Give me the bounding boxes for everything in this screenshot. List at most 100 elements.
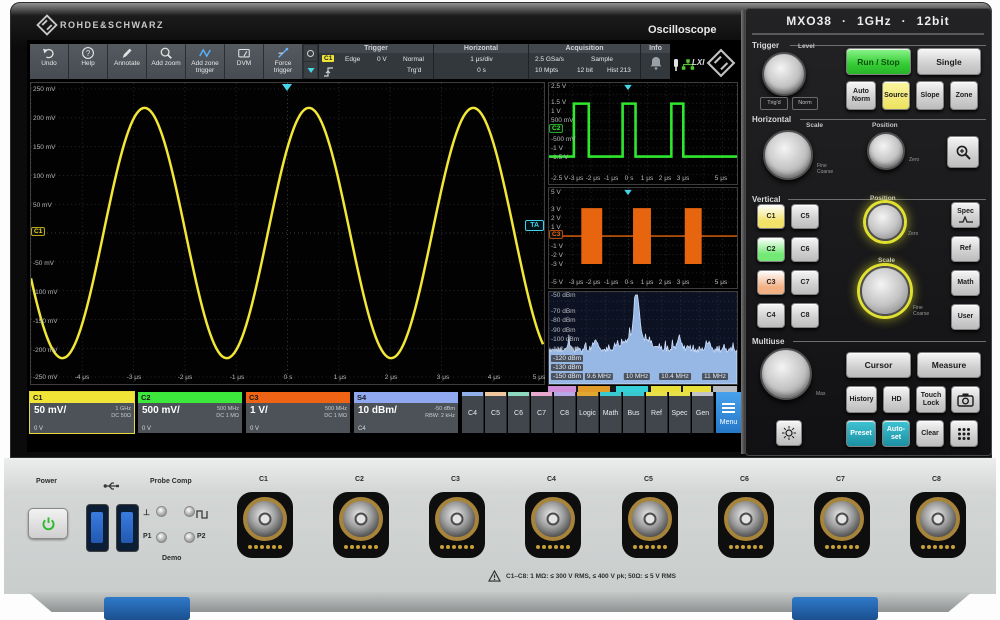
- user-button[interactable]: User: [951, 304, 980, 330]
- demo-p2-pin[interactable]: [184, 532, 195, 543]
- horizontal-scale-knob[interactable]: [763, 130, 813, 180]
- main-waveform-panel[interactable]: C1 TA 250 mV200 mV150 mV100 mV50 mV-50 m…: [30, 82, 545, 385]
- section-multiuse: Multiuse: [752, 337, 784, 346]
- c2-waveform-panel[interactable]: C2 2.5 V1.5 V1 V500 mV-500 mV-1 V-1.5 V-…: [548, 82, 738, 185]
- bnc-connector-c7[interactable]: [814, 492, 870, 558]
- status-acquisition[interactable]: Acquisition 2.5 GSa/s Sample 10 Mpts 12 …: [528, 44, 640, 79]
- c3-waveform-panel[interactable]: C3 5 V3 V2 V1 V-1 V-2 V-3 V-5 V-3 μs-2 μ…: [548, 187, 738, 289]
- probe-comp-signal-pin[interactable]: [184, 506, 195, 517]
- trigger-level-tag[interactable]: TA: [525, 220, 544, 231]
- bnc-connector-c4[interactable]: [525, 492, 581, 558]
- bnc-connector-c5[interactable]: [622, 492, 678, 558]
- bnc-connector-c1[interactable]: [237, 492, 293, 558]
- vertical-channel-c8-button[interactable]: C8: [791, 303, 819, 328]
- s4-spectrum-panel[interactable]: -50 dBm-70 dBm-80 dBm-90 dBm-100 dBm-110…: [548, 291, 738, 385]
- intensity-button[interactable]: [776, 420, 802, 446]
- demo-p1-pin[interactable]: [156, 532, 167, 543]
- camera-button[interactable]: [951, 386, 980, 413]
- toolbar-add-zoom[interactable]: Add zoom: [147, 44, 186, 79]
- vertical-channel-c2-button[interactable]: C2: [757, 237, 785, 262]
- auto-norm-button[interactable]: Auto Norm: [846, 81, 876, 110]
- vertical-channel-c4-button[interactable]: C4: [757, 303, 785, 328]
- channel-c1-tag[interactable]: C1: [31, 227, 45, 236]
- math-button[interactable]: Math: [951, 270, 980, 296]
- bnc-connector-c6[interactable]: [718, 492, 774, 558]
- signal-button-c4[interactable]: C4: [462, 392, 484, 433]
- usb-port-1[interactable]: [86, 504, 109, 552]
- slope-button[interactable]: Slope: [916, 81, 944, 110]
- signal-button-math[interactable]: Math: [600, 392, 622, 433]
- spectrum-icon: [958, 216, 974, 223]
- vertical-channel-c3-button[interactable]: C3: [757, 270, 785, 295]
- preset-button[interactable]: Preset: [846, 420, 876, 447]
- trigger-level-knob[interactable]: [762, 52, 806, 96]
- measure-button[interactable]: Measure: [917, 352, 981, 378]
- signal-button-spec[interactable]: Spec: [669, 392, 691, 433]
- cursor-button[interactable]: Cursor: [846, 352, 911, 378]
- app-drawer-button[interactable]: [304, 45, 317, 61]
- channel-c2-tag[interactable]: C2: [549, 124, 563, 133]
- usb-port-2[interactable]: [116, 504, 139, 552]
- norm-indicator[interactable]: Norm: [792, 97, 818, 110]
- collapse-button[interactable]: [304, 62, 317, 78]
- status-info[interactable]: Info: [640, 44, 670, 79]
- spec-button[interactable]: Spec: [951, 202, 980, 228]
- toolbar-annotate[interactable]: Annotate: [108, 44, 147, 79]
- power-button[interactable]: [28, 508, 68, 539]
- channel-c3-tag[interactable]: C3: [549, 230, 563, 239]
- channel-badge-s4[interactable]: S410 dBm/C4-50 dBmRBW: 2 kHz: [354, 392, 458, 433]
- zoom-button[interactable]: [947, 136, 979, 168]
- single-button[interactable]: Single: [917, 48, 981, 75]
- bnc-connector-c2[interactable]: [333, 492, 389, 558]
- horizontal-position-knob[interactable]: [867, 132, 905, 170]
- trigd-indicator[interactable]: Trig'd: [760, 97, 788, 110]
- badge-info: 500 MHzDC 1 MΩ: [216, 406, 239, 419]
- vertical-position-knob[interactable]: [866, 203, 904, 241]
- bnc-connector-c8[interactable]: [910, 492, 966, 558]
- bnc-label-c3: C3: [451, 476, 460, 483]
- vertical-channel-c5-button[interactable]: C5: [791, 204, 819, 229]
- signal-button-ref[interactable]: Ref: [646, 392, 668, 433]
- vertical-channel-c1-button[interactable]: C1: [757, 204, 785, 229]
- toolbar-dvm[interactable]: DVM: [225, 44, 264, 79]
- bnc-connector-c3[interactable]: [429, 492, 485, 558]
- axis-y-label: 5 V: [551, 189, 561, 196]
- keypad-button[interactable]: [950, 420, 978, 447]
- history-button[interactable]: History: [846, 386, 877, 413]
- signal-button-c8[interactable]: C8: [554, 392, 576, 433]
- probe-comp-gnd-pin[interactable]: [156, 506, 167, 517]
- zone-button[interactable]: Zone: [950, 81, 978, 110]
- toolbar-force-trigger[interactable]: Force trigger: [264, 44, 303, 79]
- vertical-channel-c6-button[interactable]: C6: [791, 237, 819, 262]
- signal-button-bus[interactable]: Bus: [623, 392, 645, 433]
- channel-badge-c1[interactable]: C150 mV/0 V1 GHzDC 50Ω: [30, 392, 134, 433]
- status-horizontal[interactable]: Horizontal 1 μs/div 0 s: [433, 44, 528, 79]
- signal-button-gen[interactable]: Gen: [692, 392, 714, 433]
- toolbar-add-zone-trigger[interactable]: Add zone trigger: [186, 44, 225, 79]
- sidebar-toggle[interactable]: [303, 44, 318, 79]
- menu-button[interactable]: Menu: [716, 392, 741, 433]
- ref-button[interactable]: Ref: [951, 236, 980, 262]
- vertical-channel-c7-button[interactable]: C7: [791, 270, 819, 295]
- run-stop-button[interactable]: Run / Stop: [846, 48, 911, 75]
- signal-button-logic[interactable]: Logic: [577, 392, 599, 433]
- signal-button-c7[interactable]: C7: [531, 392, 553, 433]
- bell-icon: [650, 56, 662, 75]
- waveform-svg: [549, 188, 737, 288]
- channel-badge-c2[interactable]: C2500 mV/0 V500 MHzDC 1 MΩ: [138, 392, 242, 433]
- trigger-position-marker-icon[interactable]: [282, 84, 292, 91]
- toolbar-undo[interactable]: Undo: [30, 44, 69, 79]
- multiuse-knob[interactable]: [760, 348, 812, 400]
- hd-button[interactable]: HD: [883, 386, 910, 413]
- status-trigger[interactable]: Trigger C1 Edge 0 V Normal Trg'd: [318, 44, 433, 79]
- signal-button-c6[interactable]: C6: [508, 392, 530, 433]
- autoset-button[interactable]: Auto-set: [882, 420, 910, 447]
- badge-info: 1 GHzDC 50Ω: [111, 406, 131, 419]
- vertical-scale-knob[interactable]: [860, 266, 910, 316]
- clear-button[interactable]: Clear: [916, 420, 944, 447]
- touch-lock-button[interactable]: Touch Lock: [916, 386, 946, 413]
- toolbar-help[interactable]: ?Help: [69, 44, 108, 79]
- source-button[interactable]: Source: [882, 81, 910, 110]
- channel-badge-c3[interactable]: C31 V/0 V500 MHzDC 1 MΩ: [246, 392, 350, 433]
- signal-button-c5[interactable]: C5: [485, 392, 507, 433]
